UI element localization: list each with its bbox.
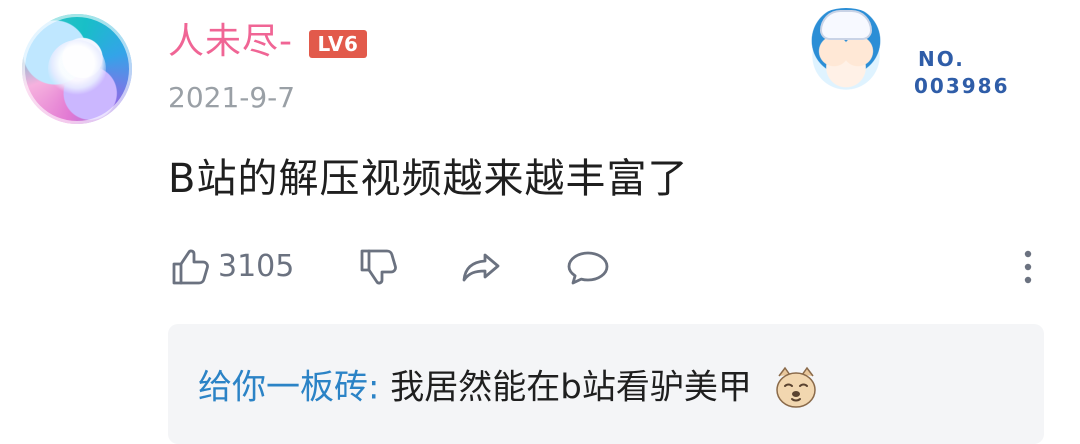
reply-button[interactable]: [564, 242, 612, 292]
dislike-button[interactable]: [356, 242, 400, 292]
level-badge: LV6: [309, 30, 367, 58]
comment-date: 2021-9-7: [168, 81, 296, 114]
reply-separator: :: [368, 367, 380, 408]
like-count: 3105: [218, 249, 295, 284]
comment-icon: [564, 245, 612, 289]
dog-face-emoji-icon: [771, 362, 821, 412]
fan-badge-avatar: [796, 8, 896, 104]
thumbs-up-icon: [168, 245, 212, 289]
like-button[interactable]: 3105: [168, 242, 294, 292]
user-avatar[interactable]: [22, 14, 132, 124]
more-options-button[interactable]: [1008, 242, 1048, 292]
comment-text: B站的解压视频越来越丰富了: [168, 156, 689, 202]
share-icon: [460, 245, 504, 289]
comment-actions: 3105: [168, 242, 1048, 292]
fan-badge[interactable]: NO. 003986: [796, 8, 1016, 106]
reply-author[interactable]: 给你一板砖: [198, 368, 368, 408]
fan-badge-label: NO.: [918, 47, 965, 71]
more-vertical-icon: [1008, 242, 1048, 292]
reply-text: 我居然能在b站看驴美甲: [379, 367, 752, 408]
share-button[interactable]: [460, 242, 504, 292]
reply-preview-line: 给你一板砖: 我居然能在b站看驴美甲: [198, 364, 821, 414]
thumbs-down-icon: [356, 245, 400, 289]
reply-preview-box[interactable]: 给你一板砖: 我居然能在b站看驴美甲: [168, 324, 1044, 444]
comment-username[interactable]: 人未尽-: [168, 20, 293, 64]
fan-badge-number: 003986: [914, 74, 1010, 98]
